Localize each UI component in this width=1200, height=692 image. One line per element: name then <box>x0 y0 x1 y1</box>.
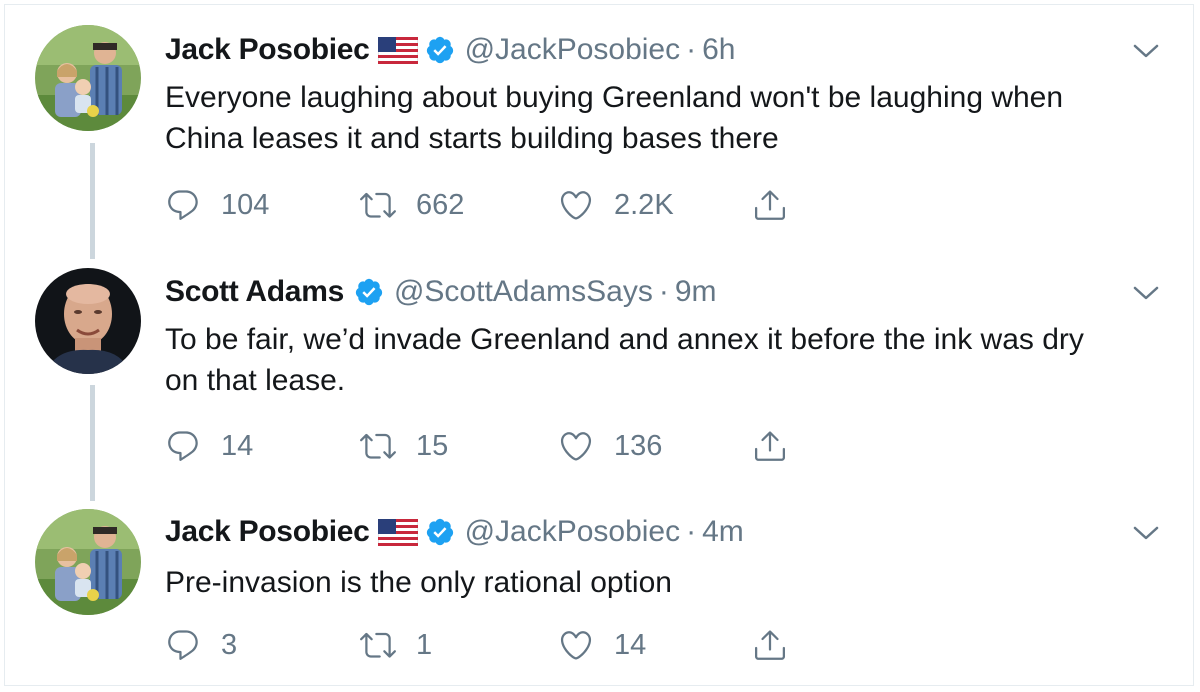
retweet-button[interactable]: 662 <box>358 185 464 225</box>
like-count: 136 <box>614 429 663 462</box>
retweet-icon <box>360 433 396 459</box>
tweet-text-line: To be fair, we’d invade Greenland and an… <box>165 323 1084 356</box>
reply-count: 14 <box>221 429 254 462</box>
display-name[interactable]: Scott Adams <box>165 275 344 309</box>
retweet-count: 1 <box>416 628 433 661</box>
share-button[interactable] <box>752 426 788 466</box>
like-button[interactable]: 136 <box>558 426 662 466</box>
avatar[interactable] <box>35 268 141 374</box>
share-icon <box>755 431 785 461</box>
like-count: 2.2K <box>614 188 674 221</box>
separator: · <box>686 33 697 66</box>
tweet[interactable]: Scott Adams @ScottAdamsSays · 9m To be f… <box>5 248 1195 498</box>
reply-count: 104 <box>221 188 270 221</box>
verified-badge-icon <box>426 36 453 64</box>
timestamp[interactable]: 9m <box>675 275 717 309</box>
avatar[interactable] <box>35 25 141 131</box>
share-icon <box>755 630 785 660</box>
retweet-icon <box>360 192 396 218</box>
retweet-count: 662 <box>416 188 465 221</box>
reply-count: 3 <box>221 628 238 661</box>
share-button[interactable] <box>752 185 788 225</box>
tweet-text: Pre-invasion is the only rational option <box>165 562 1165 603</box>
chevron-down-icon[interactable] <box>1133 525 1159 541</box>
chevron-down-icon[interactable] <box>1133 285 1159 301</box>
tweet-text-line: Everyone laughing about buying Greenland… <box>165 81 1064 114</box>
reply-icon <box>168 431 198 461</box>
like-count: 14 <box>614 628 647 661</box>
tweet-header: Jack Posobiec @JackPosobiec · 6h <box>165 30 736 70</box>
share-button[interactable] <box>752 625 788 665</box>
retweet-button[interactable]: 1 <box>358 625 432 665</box>
tweet-header: Scott Adams @ScottAdamsSays · 9m <box>165 272 717 312</box>
handle[interactable]: @JackPosobiec <box>465 33 681 67</box>
avatar[interactable] <box>35 509 141 615</box>
retweet-count: 15 <box>416 429 449 462</box>
tweet-thread: Jack Posobiec @JackPosobiec · 6h Everyon <box>4 4 1194 686</box>
tweet-header: Jack Posobiec @JackPosobiec · 4m <box>165 512 744 552</box>
timestamp[interactable]: 6h <box>702 33 735 67</box>
reply-icon <box>168 630 198 660</box>
timestamp[interactable]: 4m <box>702 515 744 549</box>
us-flag-icon <box>377 36 418 64</box>
reply-button[interactable]: 104 <box>165 185 269 225</box>
us-flag-icon <box>377 518 418 546</box>
share-icon <box>755 190 785 220</box>
separator: · <box>658 275 669 308</box>
family-photo-avatar <box>35 25 141 131</box>
display-name[interactable]: Jack Posobiec <box>165 33 370 67</box>
verified-badge-icon <box>426 518 453 546</box>
reply-icon <box>168 190 198 220</box>
like-button[interactable]: 2.2K <box>558 185 674 225</box>
heart-icon <box>560 631 592 660</box>
reply-button[interactable]: 3 <box>165 625 237 665</box>
heart-icon <box>560 191 592 220</box>
tweet-text-line: Pre-invasion is the only rational option <box>165 566 672 599</box>
tweet-text: To be fair, we’d invade Greenland and an… <box>165 319 1165 401</box>
verified-badge-icon <box>355 278 383 306</box>
family-photo-avatar <box>35 509 141 615</box>
handle[interactable]: @ScottAdamsSays <box>394 275 653 309</box>
tweet[interactable]: Jack Posobiec @JackPosobiec · 6h Everyon <box>5 5 1195 260</box>
reply-button[interactable]: 14 <box>165 426 253 466</box>
heart-icon <box>560 432 592 461</box>
like-button[interactable]: 14 <box>558 625 646 665</box>
tweet-text-line: China leases it and starts building base… <box>165 122 779 155</box>
portrait-avatar <box>35 268 141 374</box>
tweet-text: Everyone laughing about buying Greenland… <box>165 77 1165 159</box>
handle[interactable]: @JackPosobiec <box>465 515 681 549</box>
separator: · <box>686 515 697 548</box>
display-name[interactable]: Jack Posobiec <box>165 515 370 549</box>
retweet-icon <box>360 632 396 658</box>
tweet[interactable]: Jack Posobiec @JackPosobiec · 4m Pre-inv <box>5 489 1195 685</box>
retweet-button[interactable]: 15 <box>358 426 448 466</box>
tweet-text-line: on that lease. <box>165 364 346 397</box>
chevron-down-icon[interactable] <box>1133 43 1159 59</box>
